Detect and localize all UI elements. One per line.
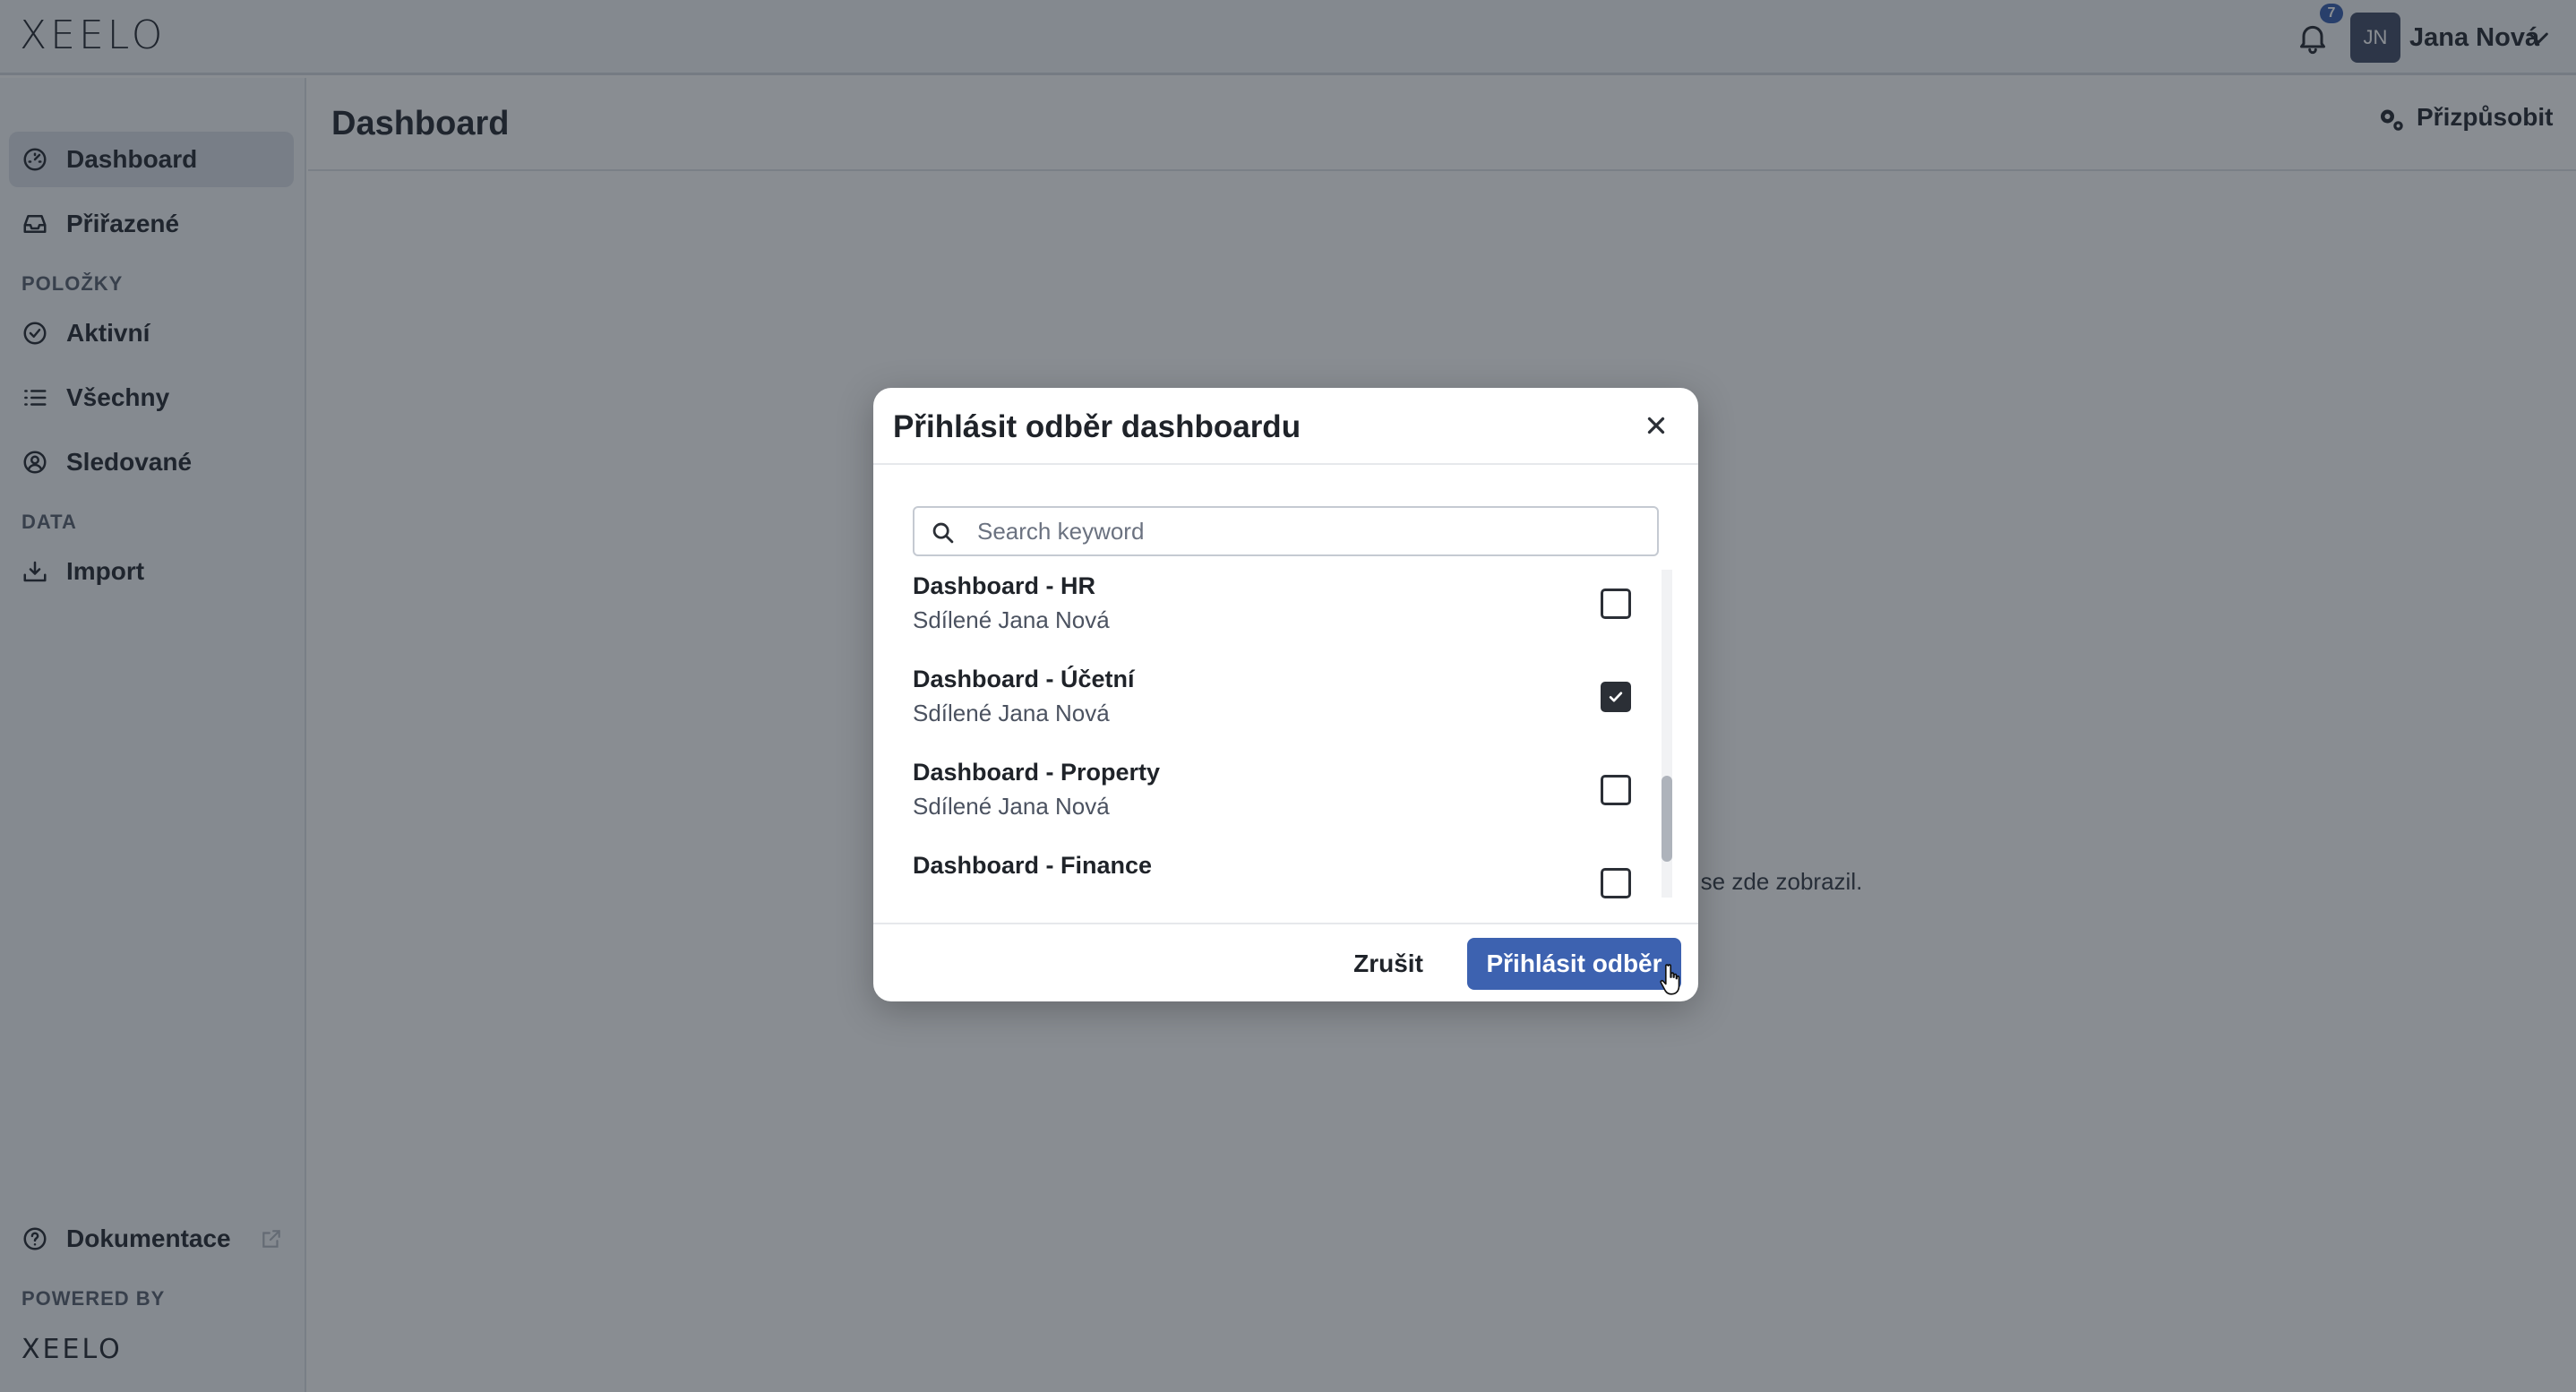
item-title: Dashboard - Finance: [913, 852, 1153, 879]
dialog-title: Přihlásit odběr dashboardu: [893, 409, 1301, 444]
subscribe-button[interactable]: Přihlásit odběr: [1467, 938, 1681, 990]
checkbox[interactable]: [1601, 775, 1631, 805]
item-subtitle: Sdílené Jana Nová: [913, 793, 1110, 820]
item-title: Dashboard - Účetní: [913, 666, 1135, 692]
dialog-header: Přihlásit odběr dashboardu: [873, 388, 1698, 465]
dashboard-list: Dashboard - HR Sdílené Jana Nová Dashboa…: [913, 572, 1683, 900]
item-subtitle: Sdílené Jana Nová: [913, 700, 1110, 726]
subscribe-dashboard-dialog: Přihlásit odběr dashboardu Dashboard - H…: [873, 388, 1698, 1001]
search-field[interactable]: [913, 506, 1659, 556]
list-item[interactable]: Dashboard - Účetní Sdílené Jana Nová: [913, 658, 1638, 752]
cancel-button[interactable]: Zrušit: [1339, 939, 1438, 989]
hand-cursor-icon: [1660, 964, 1680, 995]
item-title: Dashboard - HR: [913, 572, 1096, 599]
check-icon: [1609, 692, 1623, 702]
checkbox-checked[interactable]: [1601, 682, 1631, 712]
checkbox[interactable]: [1601, 868, 1631, 898]
list-item[interactable]: Dashboard - Property Sdílené Jana Nová: [913, 752, 1638, 845]
search-icon: [932, 522, 954, 544]
list-scrollbar-thumb[interactable]: [1662, 776, 1672, 862]
item-title: Dashboard - Property: [913, 759, 1161, 786]
checkbox[interactable]: [1601, 589, 1631, 619]
item-subtitle: Sdílené Jana Nová: [913, 606, 1110, 633]
list-item[interactable]: Dashboard - HR Sdílené Jana Nová: [913, 572, 1638, 658]
dialog-footer: Zrušit Přihlásit odběr: [873, 923, 1698, 1001]
list-item[interactable]: Dashboard - Finance: [913, 845, 1638, 900]
close-icon[interactable]: [1640, 409, 1672, 442]
search-input[interactable]: [977, 513, 1640, 549]
